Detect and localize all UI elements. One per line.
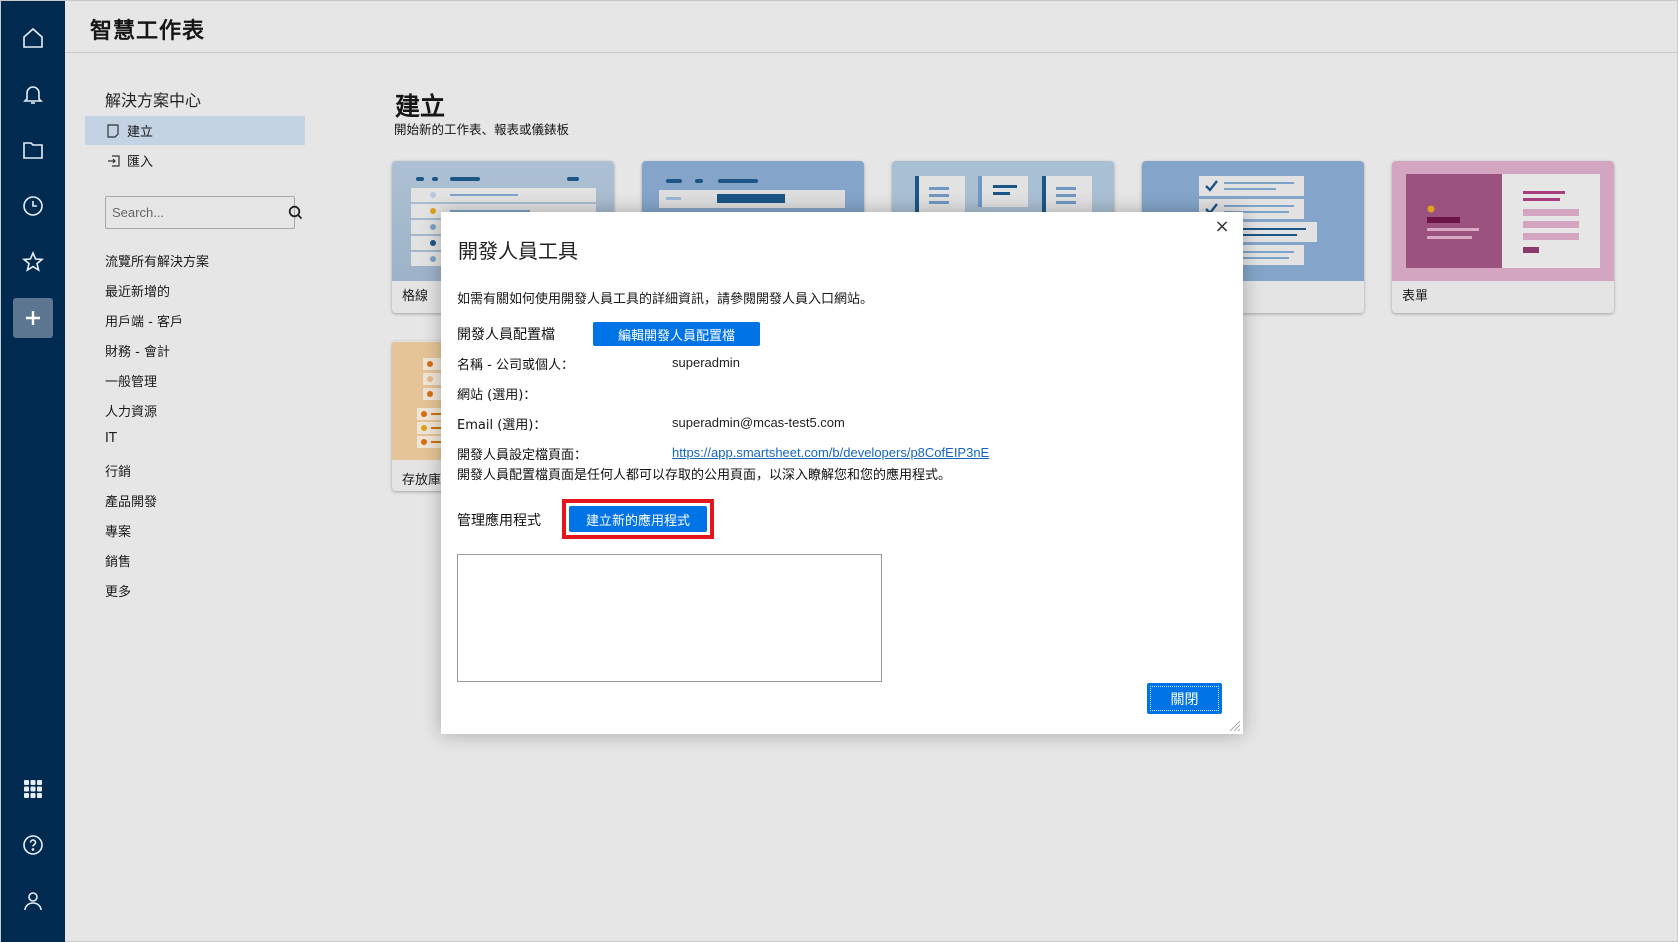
developer-profile-label: 開發人員配置檔	[457, 327, 555, 343]
document-icon	[107, 123, 121, 138]
notifications-button[interactable]	[13, 74, 53, 114]
dialog-title: 開發人員工具	[458, 239, 578, 263]
help-button[interactable]	[13, 825, 53, 865]
field-label: 網站 (選用)：	[457, 388, 537, 403]
field-value-name: superadmin	[672, 355, 740, 370]
card-label: 格線	[402, 289, 429, 304]
developer-tools-dialog: × 開發人員工具 如需有關如何使用開發人員工具的詳細資訊，請參閱開發人員入口網站…	[441, 212, 1243, 734]
create-new-app-button[interactable]: 建立新的應用程式	[569, 506, 707, 532]
developer-profile-link[interactable]: https://app.smartsheet.com/b/developers/…	[672, 445, 989, 460]
category-link[interactable]: 財務 - 會計	[105, 341, 170, 360]
plus-icon	[26, 311, 40, 325]
card-label: 存放庫	[402, 473, 442, 488]
close-icon[interactable]: ×	[1213, 218, 1231, 236]
nav-item-label: 匯入	[127, 155, 154, 170]
import-icon	[107, 154, 121, 167]
category-link[interactable]: 專案	[105, 521, 131, 540]
category-link[interactable]: 人力資源	[105, 401, 157, 420]
search-icon[interactable]	[288, 205, 303, 220]
edit-developer-profile-button[interactable]: 編輯開發人員配置檔	[593, 322, 760, 346]
close-button[interactable]: 關閉	[1147, 683, 1222, 714]
home-button[interactable]	[13, 18, 53, 58]
folder-icon	[23, 142, 43, 159]
search-input[interactable]	[106, 205, 288, 220]
card-form[interactable]: 表單	[1392, 161, 1614, 313]
card-label: 表單	[1402, 289, 1429, 304]
field-value-email: superadmin@mcas-test5.com	[672, 415, 845, 430]
launcher-button[interactable]	[13, 769, 53, 809]
browse-button[interactable]	[13, 130, 53, 170]
recents-button[interactable]	[13, 186, 53, 226]
home-icon	[23, 27, 43, 48]
solution-search	[105, 196, 303, 229]
category-link[interactable]: 產品開發	[105, 491, 157, 510]
field-label: 名稱 - 公司或個人：	[457, 358, 574, 373]
manage-apps-label: 管理應用程式	[457, 513, 541, 529]
form-illustration	[1392, 161, 1614, 281]
solution-center-title: 解決方案中心	[105, 91, 202, 110]
help-icon	[23, 835, 43, 855]
category-link[interactable]: 銷售	[105, 551, 131, 570]
category-link[interactable]: 更多	[105, 581, 131, 600]
app-title: 智慧工作表	[90, 19, 206, 44]
create-subtitle: 開始新的工作表、報表或儀錶板	[394, 122, 570, 137]
apps-list[interactable]	[457, 554, 882, 682]
category-link[interactable]: 流覽所有解決方案	[105, 251, 209, 270]
resize-handle-icon[interactable]	[1229, 720, 1241, 732]
apps-grid-icon	[24, 780, 42, 798]
profile-note: 開發人員配置檔頁面是任何人都可以存取的公用頁面，以深入瞭解您和您的應用程式。	[457, 468, 952, 483]
account-button[interactable]	[13, 881, 53, 921]
category-link[interactable]: IT	[105, 431, 117, 446]
nav-item-import[interactable]: 匯入	[85, 146, 305, 175]
user-icon	[24, 892, 42, 911]
bell-icon	[23, 86, 43, 104]
nav-item-create[interactable]: 建立	[85, 116, 305, 145]
category-link[interactable]: 最近新增的	[105, 281, 170, 300]
star-icon	[21, 250, 45, 272]
clock-icon	[23, 196, 43, 216]
solution-center-button[interactable]	[13, 298, 53, 338]
category-link[interactable]: 用戶端 - 客戶	[105, 311, 183, 330]
nav-item-label: 建立	[127, 125, 154, 140]
icon-rail	[1, 1, 65, 942]
top-bar: 智慧工作表	[65, 1, 1677, 53]
field-label: Email (選用)：	[457, 418, 547, 433]
dialog-intro: 如需有關如何使用開發人員工具的詳細資訊，請參閱開發人員入口網站。	[457, 292, 874, 307]
category-link[interactable]: 行銷	[105, 461, 131, 480]
favorites-button[interactable]	[13, 242, 53, 282]
category-link[interactable]: 一般管理	[105, 371, 157, 390]
field-label: 開發人員設定檔頁面：	[457, 448, 588, 463]
create-title: 建立	[395, 92, 446, 121]
